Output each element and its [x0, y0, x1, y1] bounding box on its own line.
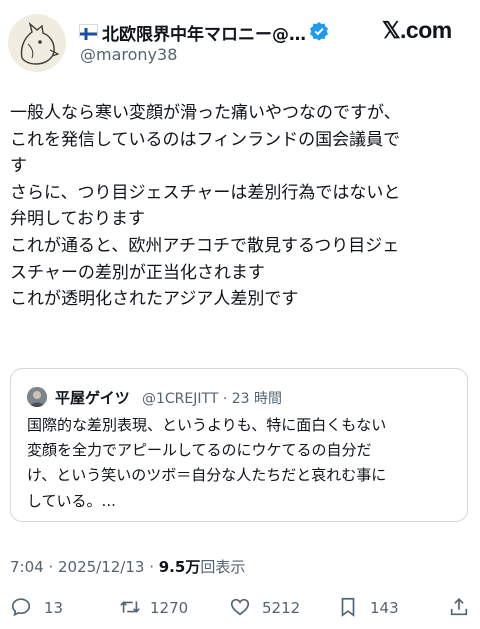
tweet-line: 一般人なら寒い変顔が滑った痛いやつなのですが、	[10, 103, 401, 123]
like-count: 5212	[262, 599, 301, 617]
share-icon	[450, 598, 468, 616]
action-bar: 13 1270 5212 143	[0, 590, 480, 626]
tweet-line: スチャーの差別が正当化されます	[10, 262, 265, 283]
bookmark-count: 143	[370, 599, 399, 617]
x-com-logo: 𝕏.com	[382, 17, 452, 43]
author-avatar[interactable]	[8, 14, 66, 72]
author-display-name[interactable]: 北欧限界中年マロニー@…	[102, 20, 307, 45]
tweet-line: これが透明化されたアジア人差別です	[10, 289, 299, 310]
tweet-text: 一般人なら寒い変顔が滑った痛いやつなのですが、 これを発信しているのはフィンラン…	[10, 100, 472, 313]
share-button[interactable]	[448, 594, 472, 622]
tweet-meta: 7:04 · 2025/12/13 · 9.5万回表示	[10, 556, 245, 577]
tweet-line: す	[10, 156, 27, 177]
quoted-author-name[interactable]: 平屋ゲイツ	[55, 387, 130, 408]
quoted-author-meta[interactable]: @1CREJITT · 23 時間	[142, 388, 282, 408]
author-handle[interactable]: @marony38	[80, 45, 177, 64]
quoted-line: け、という笑いのツボ＝自分な人たちだと哀れむ事に	[27, 466, 387, 485]
quoted-line: している。...	[27, 491, 116, 510]
repost-button[interactable]: 1270	[118, 594, 198, 622]
like-button[interactable]: 5212	[228, 594, 308, 622]
verified-badge-icon	[309, 21, 329, 41]
quoted-tweet[interactable]: 平屋ゲイツ @1CREJITT · 23 時間 国際的な差別表現、というよりも、…	[10, 368, 468, 522]
quoted-author-avatar[interactable]	[27, 387, 47, 407]
reply-icon	[11, 598, 31, 617]
quoted-line: 国際的な差別表現、というよりも、特に面白くもない	[27, 416, 387, 434]
tweet-line: さらに、つり目ジェスチャーは差別行為ではないと	[10, 182, 401, 203]
repost-count: 1270	[150, 599, 189, 617]
view-label: 回表示	[200, 558, 246, 576]
quoted-tweet-text: 国際的な差別表現、というよりも、特に面白くもない 変顔を全力でアピールしてるのに…	[27, 413, 459, 514]
tweet-header: 北欧限界中年マロニー@… @marony38 𝕏.com	[0, 0, 480, 80]
view-count: 9.5万	[158, 558, 201, 576]
bookmark-button[interactable]: 143	[338, 594, 408, 622]
finland-flag-icon	[79, 24, 98, 40]
tweet-line: これが通ると、欧州アチコチで散見するつり目ジェ	[10, 235, 400, 256]
tweet-line: 弁明しております	[10, 209, 145, 230]
bookmark-icon	[341, 597, 355, 617]
repost-icon	[120, 601, 140, 613]
reply-button[interactable]: 13	[10, 594, 70, 622]
reply-count: 13	[44, 599, 64, 617]
tweet-line: これを発信しているのはフィンランドの国会議員で	[10, 129, 401, 150]
timestamp[interactable]: 7:04 · 2025/12/13 ·	[10, 558, 159, 576]
heart-icon	[230, 598, 250, 616]
quoted-line: 変顔を全力でアピールしてるのにウケてるの自分だ	[27, 441, 372, 460]
